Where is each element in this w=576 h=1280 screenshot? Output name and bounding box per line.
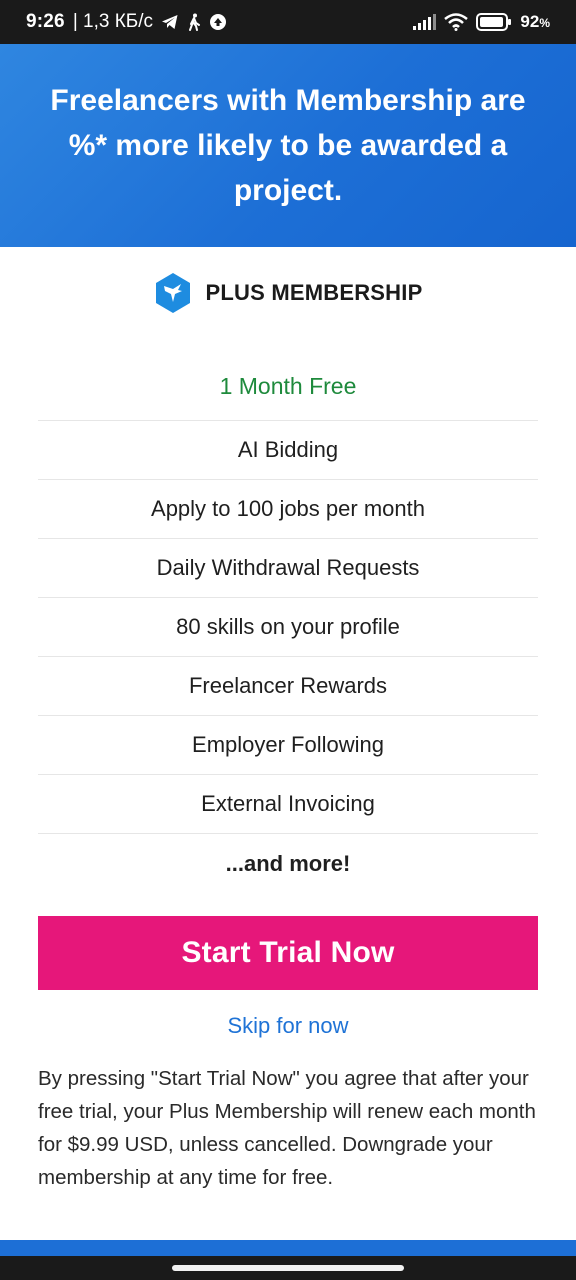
list-item: External Invoicing bbox=[38, 775, 538, 834]
hero-title: Freelancers with Membership are %* more … bbox=[50, 84, 526, 207]
list-item: AI Bidding bbox=[38, 421, 538, 480]
and-more-label: ...and more! bbox=[225, 850, 351, 876]
list-item: Freelancer Rewards bbox=[38, 657, 538, 716]
wifi-icon bbox=[444, 13, 469, 31]
membership-brand: PLUS MEMBERSHIP bbox=[0, 270, 576, 316]
hero-banner: Freelancers with Membership are %* more … bbox=[0, 44, 576, 247]
bottom-strip bbox=[0, 1240, 576, 1256]
status-bar: 9:26 | 1,3 КБ/с 92% bbox=[0, 0, 576, 44]
battery-percent: 92% bbox=[520, 12, 550, 31]
status-time: 9:26 bbox=[26, 11, 65, 32]
list-item: Daily Withdrawal Requests bbox=[38, 539, 538, 598]
bird-hexagon-logo-icon bbox=[154, 272, 192, 314]
feature-list: 1 Month Free AI Bidding Apply to 100 job… bbox=[38, 352, 538, 893]
free-offer: 1 Month Free bbox=[38, 352, 538, 421]
list-item: Apply to 100 jobs per month bbox=[38, 480, 538, 539]
battery-icon bbox=[476, 13, 512, 31]
home-indicator[interactable] bbox=[172, 1265, 404, 1271]
membership-label: PLUS MEMBERSHIP bbox=[205, 280, 423, 305]
system-nav-bar bbox=[0, 1256, 576, 1280]
list-item: 80 skills on your profile bbox=[38, 598, 538, 657]
sync-app-icon bbox=[209, 13, 227, 31]
start-trial-button[interactable]: Start Trial Now bbox=[38, 916, 538, 990]
status-left: 9:26 | 1,3 КБ/с bbox=[26, 11, 227, 33]
list-item: Employer Following bbox=[38, 716, 538, 775]
status-right: 92% bbox=[412, 12, 550, 32]
telegram-icon bbox=[161, 14, 179, 30]
network-speed: | 1,3 КБ/с bbox=[72, 11, 154, 32]
walking-person-icon bbox=[187, 13, 201, 31]
disclaimer-text: By pressing "Start Trial Now" you agree … bbox=[38, 1067, 536, 1189]
signal-icon bbox=[412, 14, 437, 30]
skip-for-now-link[interactable]: Skip for now bbox=[0, 1008, 576, 1044]
